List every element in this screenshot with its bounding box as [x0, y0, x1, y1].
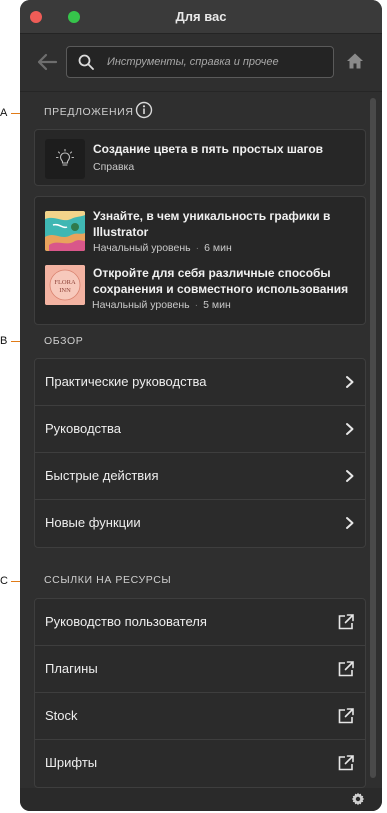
window-title: Для вас: [175, 9, 227, 24]
resource-link[interactable]: Плагины: [35, 646, 365, 693]
scrollbar-thumb[interactable]: [370, 98, 376, 778]
resource-link-label: Руководство пользователя: [45, 614, 207, 629]
resource-link[interactable]: Stock: [35, 693, 365, 740]
browse-list: Практические руководства Руководства Быс…: [34, 358, 366, 548]
tutorial-title: Узнайте, в чем уникальность графики в Il…: [93, 209, 331, 239]
tutorial-level: Начальный уровень: [93, 242, 191, 254]
browse-item[interactable]: Новые функции: [35, 500, 365, 547]
svg-text:INN: INN: [59, 287, 71, 294]
callout-letter: A: [0, 107, 8, 119]
browse-heading: ОБЗОР: [44, 335, 84, 347]
resource-link-label: Шрифты: [45, 755, 98, 770]
external-link-icon: [338, 614, 354, 630]
discover-panel: Для вас ПРЕДЛОЖЕНИЯ Создание ц: [20, 0, 382, 811]
chevron-right-icon: [346, 423, 354, 435]
gear-icon[interactable]: [351, 792, 365, 806]
resources-heading: ССЫЛКИ НА РЕСУРСЫ: [44, 574, 172, 586]
tip-card[interactable]: Создание цвета в пять простых шагов Спра…: [34, 129, 366, 186]
callout-letter: C: [0, 575, 8, 587]
browse-item[interactable]: Практические руководства: [35, 359, 365, 406]
external-link-icon: [338, 755, 354, 771]
flora-inn-logo: FLORA INN: [45, 265, 85, 305]
tutorial-title: Откройте для себя различные способы сохр…: [93, 266, 349, 296]
browse-item-label: Быстрые действия: [45, 468, 159, 483]
info-icon[interactable]: [135, 101, 153, 119]
resource-link-label: Плагины: [45, 661, 98, 676]
resource-link[interactable]: Руководство пользователя: [35, 599, 365, 646]
scrollbar[interactable]: [368, 96, 378, 786]
browse-item[interactable]: Быстрые действия: [35, 453, 365, 500]
suggestions-heading: ПРЕДЛОЖЕНИЯ: [44, 106, 134, 118]
external-link-icon: [338, 708, 354, 724]
meta-separator: ·: [195, 242, 200, 254]
tutorial-level: Начальный уровень: [92, 299, 190, 311]
title-bar: Для вас: [20, 0, 382, 34]
browse-item[interactable]: Руководства: [35, 406, 365, 453]
tip-subtitle: Справка: [93, 161, 135, 173]
toolbar: [20, 34, 382, 92]
tutorial-duration: 5 мин: [203, 299, 231, 311]
svg-text:FLORA: FLORA: [54, 279, 76, 286]
search-input[interactable]: [107, 47, 329, 77]
bottom-bar: [20, 788, 382, 811]
callout-letter: B: [0, 335, 8, 347]
tutorial-item[interactable]: Узнайте, в чем уникальность графики в Il…: [35, 197, 365, 259]
tutorial-item[interactable]: FLORA INN Откройте для себя различные сп…: [35, 259, 365, 325]
browse-item-label: Руководства: [45, 421, 121, 436]
search-icon: [78, 54, 94, 70]
tutorial-thumbnail: FLORA INN: [45, 265, 85, 305]
browse-item-label: Практические руководства: [45, 374, 207, 389]
tutorials-card: Узнайте, в чем уникальность графики в Il…: [34, 196, 366, 325]
resource-link[interactable]: Шрифты: [35, 740, 365, 787]
external-link-icon: [338, 661, 354, 677]
tutorial-meta: Начальный уровень · 5 мин: [92, 299, 231, 311]
home-icon[interactable]: [346, 52, 364, 70]
chevron-right-icon: [346, 376, 354, 388]
meta-separator: ·: [194, 299, 199, 311]
search-box[interactable]: [66, 46, 334, 78]
resources-list: Руководство пользователя Плагины Stock Ш…: [34, 598, 366, 788]
lightbulb-icon: [56, 149, 74, 166]
arrow-left-icon[interactable]: [36, 52, 58, 72]
resource-link-label: Stock: [45, 708, 78, 723]
chevron-right-icon: [346, 470, 354, 482]
browse-item-label: Новые функции: [45, 515, 141, 530]
tutorial-thumbnail: [45, 211, 85, 251]
chevron-right-icon: [346, 517, 354, 529]
tutorial-duration: 6 мин: [204, 242, 232, 254]
tutorial-meta: Начальный уровень · 6 мин: [93, 242, 232, 254]
tip-title: Создание цвета в пять простых шагов: [93, 142, 324, 156]
tip-thumbnail: [45, 139, 85, 179]
